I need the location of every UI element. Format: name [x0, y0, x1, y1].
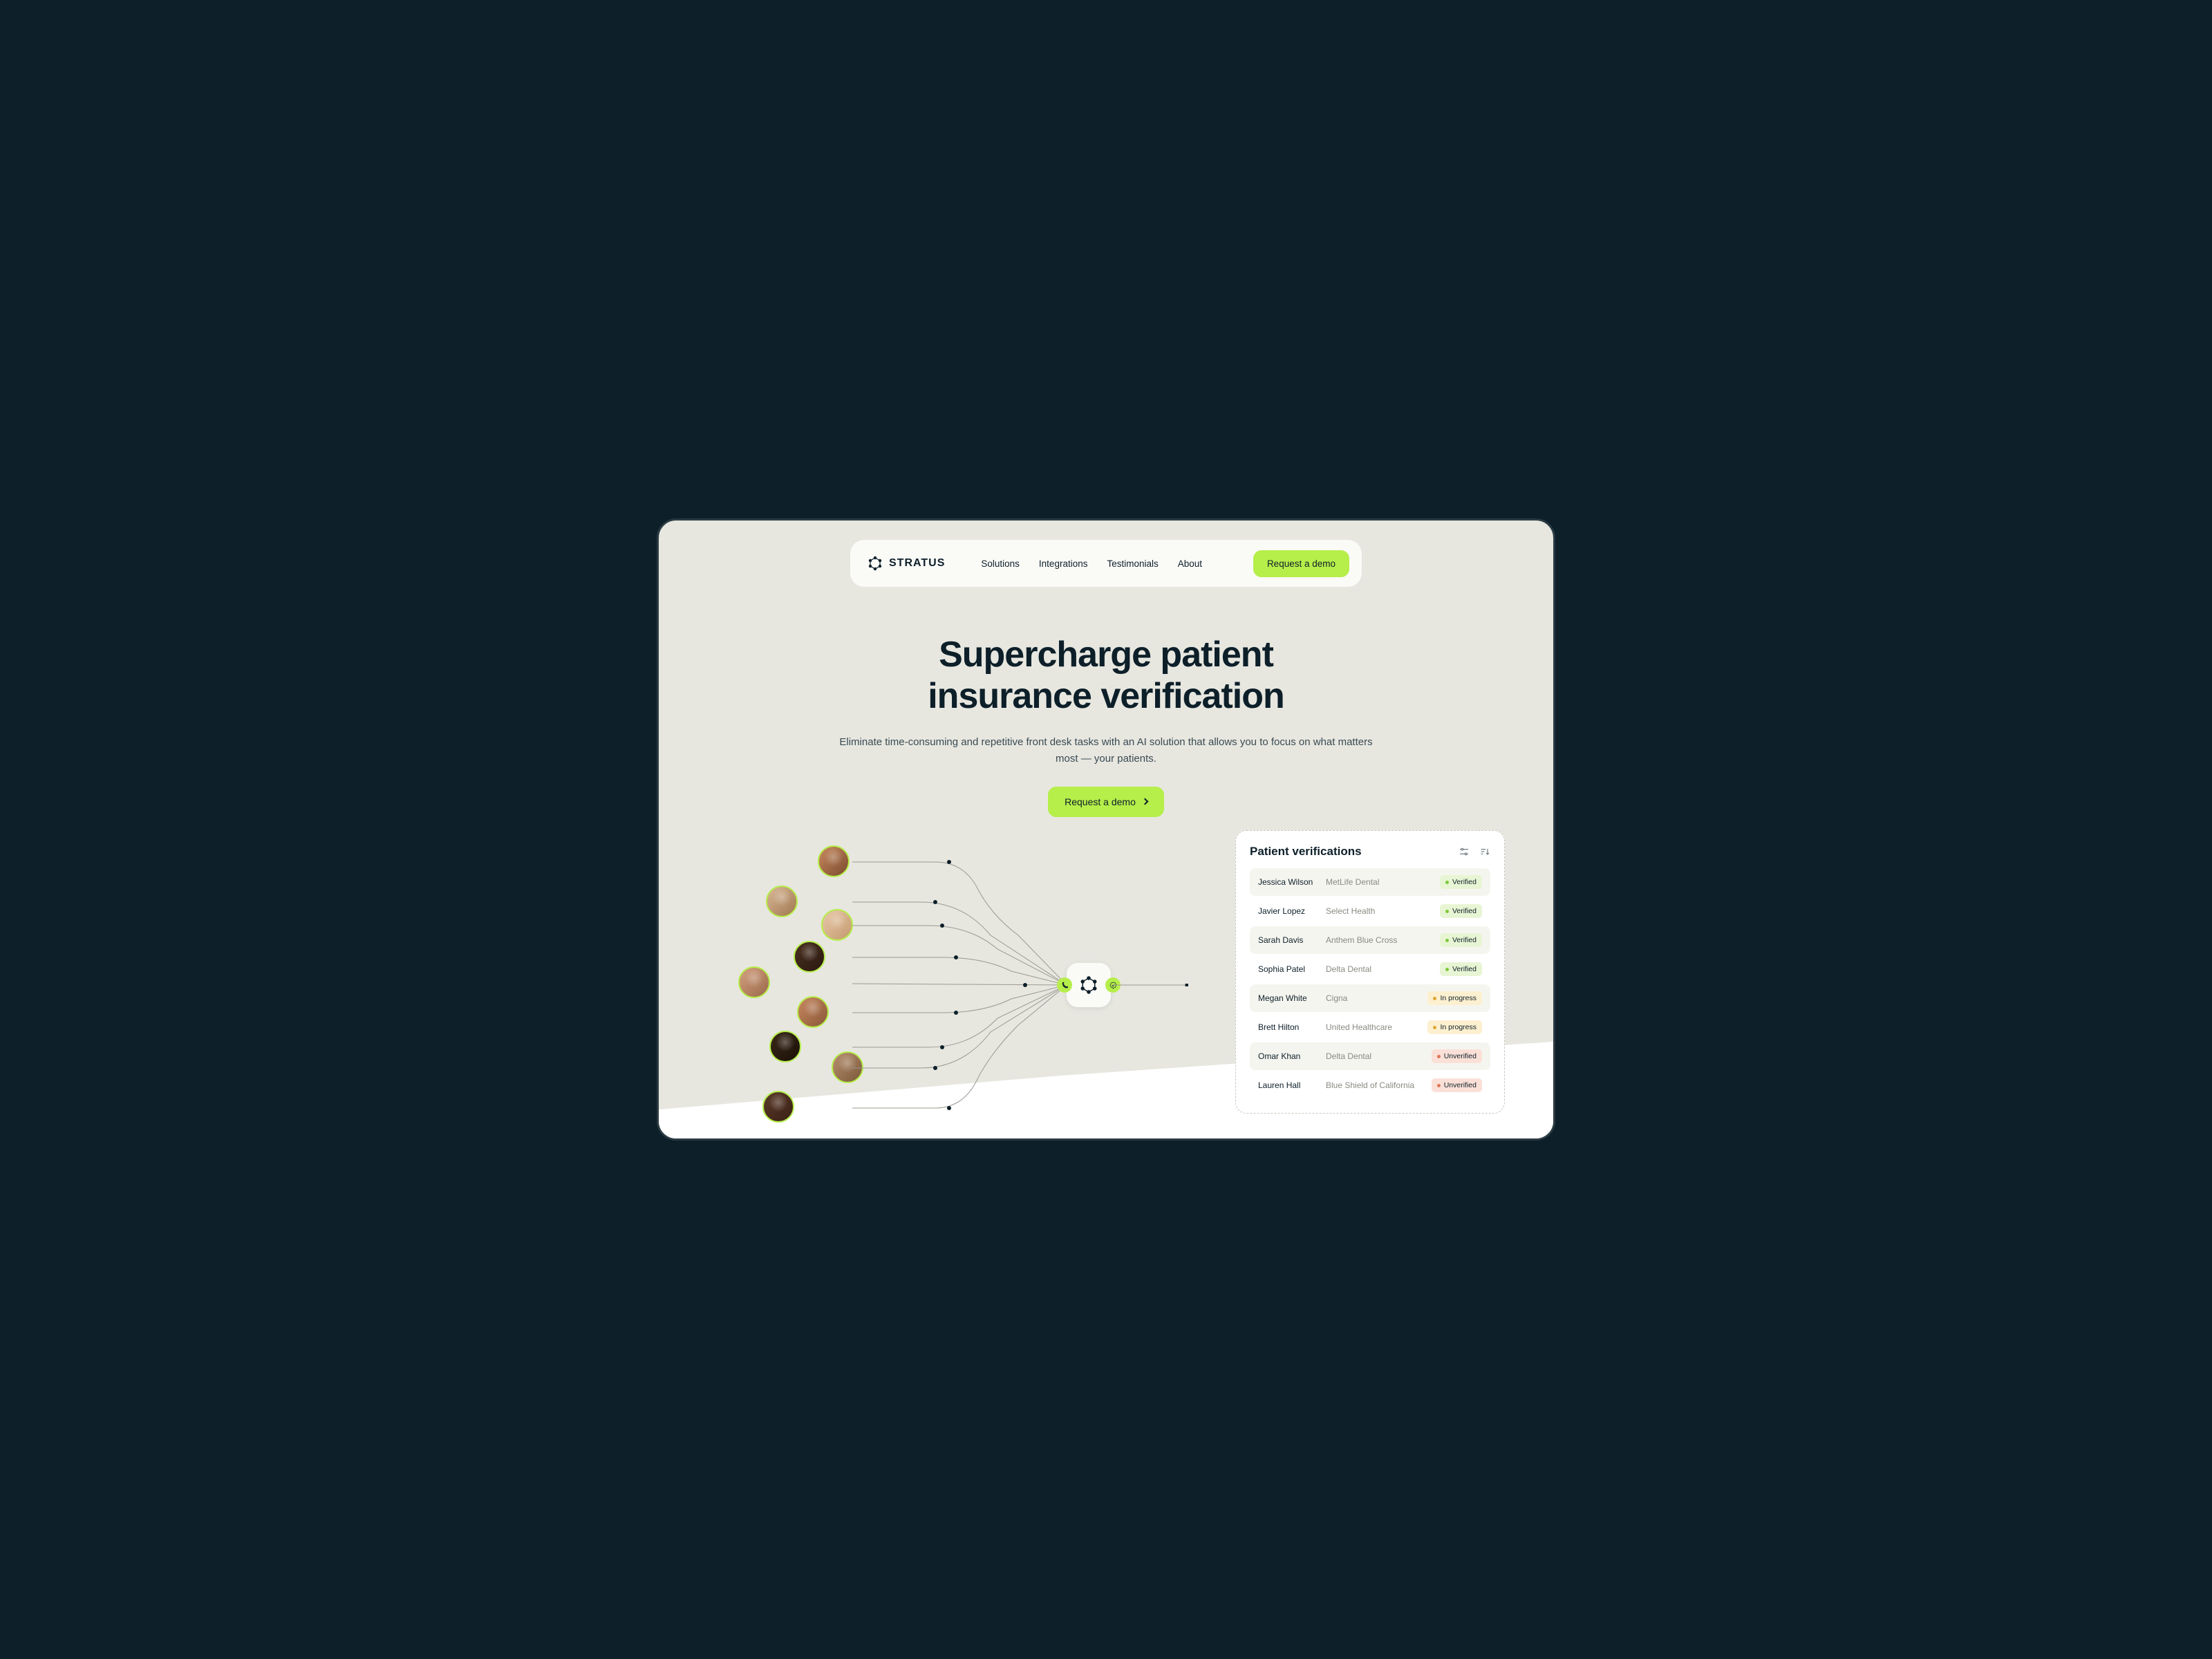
patient-name: Brett Hilton — [1258, 1022, 1326, 1032]
insurance-provider: Blue Shield of California — [1326, 1080, 1432, 1090]
phone-icon — [1057, 977, 1072, 993]
patient-name: Javier Lopez — [1258, 906, 1326, 916]
status-badge: Verified — [1440, 962, 1482, 976]
status-badge: Unverified — [1432, 1078, 1482, 1092]
panel-header: Patient verifications — [1250, 845, 1490, 859]
status-dot-icon — [1445, 881, 1449, 884]
patient-name: Jessica Wilson — [1258, 877, 1326, 887]
patient-name: Megan White — [1258, 993, 1326, 1003]
hero-title: Supercharge patient insurance verificati… — [836, 635, 1376, 718]
logo-icon — [867, 555, 883, 572]
table-row[interactable]: Omar KhanDelta Dental Unverified — [1250, 1042, 1490, 1070]
table-row[interactable]: Megan WhiteCigna In progress — [1250, 984, 1490, 1012]
status-label: Verified — [1452, 936, 1477, 944]
verification-rows: Jessica WilsonMetLife DentalVerifiedJavi… — [1250, 868, 1490, 1099]
verifications-panel: Patient verifications Jessica WilsonMetL… — [1235, 830, 1505, 1114]
insurance-provider: Cigna — [1326, 993, 1427, 1003]
device-frame: STRATUS Solutions Integrations Testimoni… — [657, 518, 1555, 1141]
nav-link-testimonials[interactable]: Testimonials — [1107, 559, 1158, 569]
status-badge: Verified — [1440, 904, 1482, 918]
nav-link-solutions[interactable]: Solutions — [981, 559, 1020, 569]
patient-name: Omar Khan — [1258, 1051, 1326, 1061]
avatar — [769, 1031, 801, 1062]
status-dot-icon — [1445, 968, 1449, 971]
status-badge: Unverified — [1432, 1049, 1482, 1063]
nav-request-demo-button[interactable]: Request a demo — [1253, 550, 1349, 577]
insurance-provider: Select Health — [1326, 906, 1440, 916]
nav-link-about[interactable]: About — [1178, 559, 1202, 569]
status-label: Unverified — [1444, 1081, 1477, 1089]
patient-name: Sarah Davis — [1258, 935, 1326, 945]
status-label: In progress — [1440, 1023, 1477, 1031]
brand-name: STRATUS — [889, 557, 945, 570]
status-dot-icon — [1437, 1084, 1441, 1087]
chevron-right-icon — [1141, 798, 1148, 805]
insurance-provider: MetLife Dental — [1326, 877, 1440, 887]
table-row[interactable]: Sarah DavisAnthem Blue Cross Verified — [1250, 926, 1490, 954]
logo-icon — [1078, 975, 1099, 995]
status-label: Verified — [1452, 965, 1477, 973]
hero-title-line1: Supercharge patient — [939, 635, 1273, 675]
avatar — [738, 966, 770, 998]
status-label: Verified — [1452, 907, 1477, 915]
status-dot-icon — [1445, 939, 1449, 942]
hero-cta-label: Request a demo — [1065, 796, 1136, 807]
avatar — [762, 1091, 794, 1123]
patient-name: Lauren Hall — [1258, 1080, 1326, 1090]
flow-illustration — [700, 838, 1184, 1129]
table-row[interactable]: Lauren HallBlue Shield of California Unve… — [1250, 1071, 1490, 1099]
nav-links: Solutions Integrations Testimonials Abou… — [981, 559, 1202, 569]
table-row[interactable]: Brett HiltonUnited Healthcare In progress — [1250, 1013, 1490, 1041]
table-row[interactable]: Javier LopezSelect Health Verified — [1250, 897, 1490, 925]
status-dot-icon — [1433, 1026, 1436, 1029]
status-badge: Verified — [1440, 875, 1482, 889]
status-badge: In progress — [1427, 1020, 1482, 1034]
hero-subtitle: Eliminate time-consuming and repetitive … — [836, 734, 1376, 767]
brand-logo[interactable]: STRATUS — [867, 555, 945, 572]
panel-title: Patient verifications — [1250, 845, 1362, 859]
hero-request-demo-button[interactable]: Request a demo — [1048, 787, 1164, 817]
nav-link-integrations[interactable]: Integrations — [1039, 559, 1088, 569]
status-badge: Verified — [1440, 933, 1482, 947]
avatar — [821, 909, 853, 941]
status-label: In progress — [1440, 994, 1477, 1002]
insurance-provider: United Healthcare — [1326, 1022, 1427, 1032]
connector-lines — [852, 852, 1074, 1122]
table-row[interactable]: Sophia PatelDelta Dental Verified — [1250, 955, 1490, 983]
status-dot-icon — [1445, 910, 1449, 913]
avatar — [818, 845, 850, 877]
hero-section: Supercharge patient insurance verificati… — [836, 635, 1376, 817]
status-dot-icon — [1433, 997, 1436, 1000]
avatar — [766, 885, 798, 917]
insurance-provider: Anthem Blue Cross — [1326, 935, 1440, 945]
status-badge: In progress — [1427, 991, 1482, 1005]
filter-icon[interactable] — [1459, 846, 1470, 857]
hero-title-line2: insurance verification — [928, 676, 1284, 716]
avatar — [794, 941, 825, 973]
output-line — [1112, 984, 1188, 986]
hub-node — [1067, 963, 1111, 1007]
insurance-provider: Delta Dental — [1326, 964, 1440, 974]
status-label: Verified — [1452, 878, 1477, 886]
patient-name: Sophia Patel — [1258, 964, 1326, 974]
sort-icon[interactable] — [1479, 846, 1490, 857]
status-label: Unverified — [1444, 1052, 1477, 1060]
status-dot-icon — [1437, 1055, 1441, 1058]
insurance-provider: Delta Dental — [1326, 1051, 1432, 1061]
top-nav: STRATUS Solutions Integrations Testimoni… — [850, 540, 1362, 587]
avatar — [797, 996, 829, 1028]
table-row[interactable]: Jessica WilsonMetLife Dental Verified — [1250, 868, 1490, 896]
